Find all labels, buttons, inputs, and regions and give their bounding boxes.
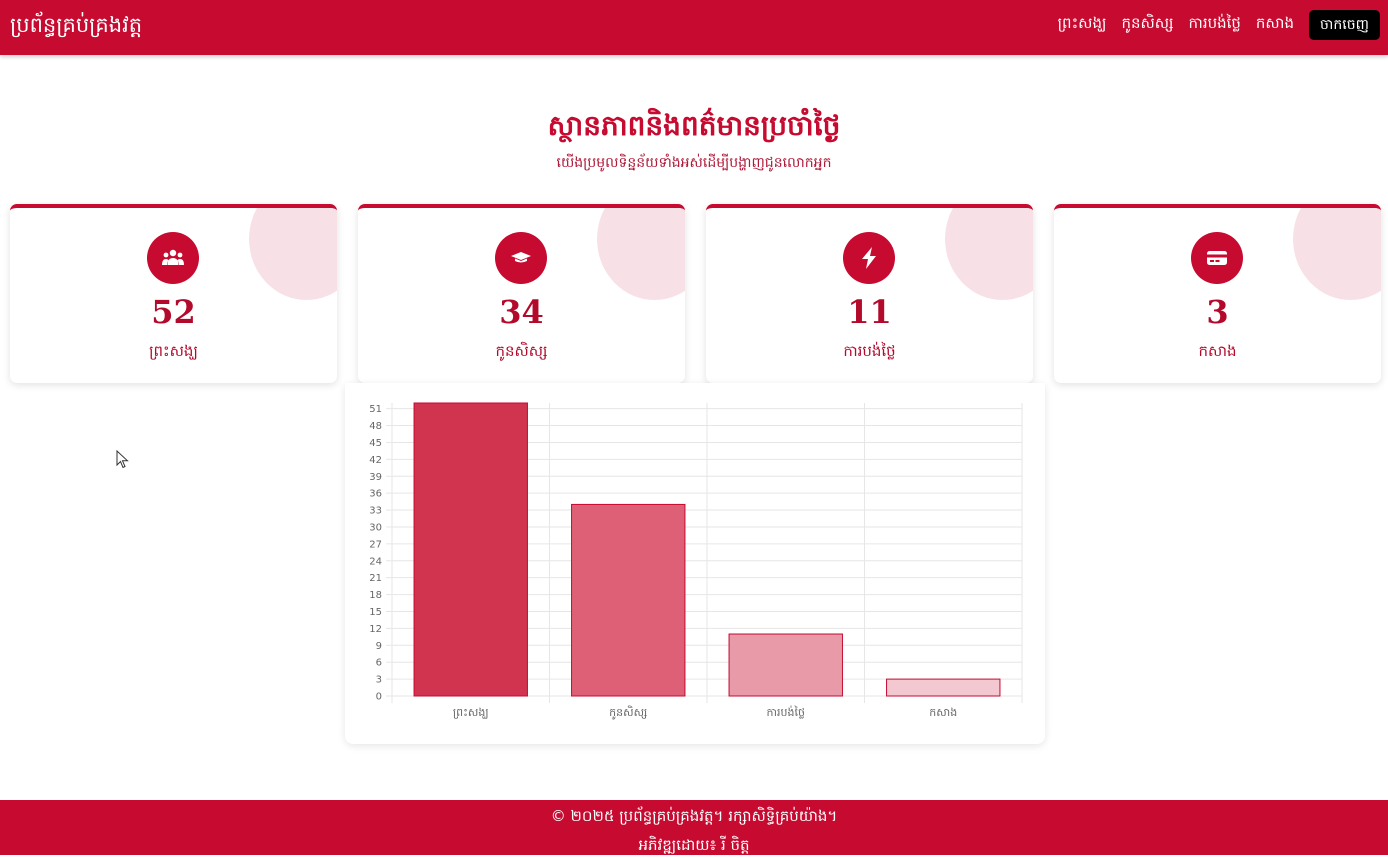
decorative-bubble <box>945 208 1033 300</box>
y-tick-label: 51 <box>369 404 382 415</box>
bolt-icon <box>843 232 895 284</box>
credit-card-icon <box>1191 232 1243 284</box>
stat-card-students: 34 កូនសិស្ស <box>358 204 685 383</box>
x-tick-label: កសាង <box>929 706 957 719</box>
chart-card: 0 3 6 9 12 15 18 21 24 27 30 33 36 39 42 45 48 51 ព្រះសង្ឃ… <box>345 383 1045 744</box>
y-tick-label: 33 <box>369 506 382 517</box>
decorative-bubble <box>1293 208 1381 300</box>
y-tick-label: 9 <box>376 641 382 652</box>
x-tick-label: ការបង់ថ្លៃ <box>767 705 805 719</box>
stat-label: កសាង <box>1198 342 1237 360</box>
y-tick-label: 24 <box>369 556 382 567</box>
nav-link-payments[interactable]: ការបង់ថ្លៃ <box>1189 14 1241 36</box>
y-tick-label: 36 <box>369 489 382 500</box>
x-tick-label: ព្រះសង្ឃ <box>453 706 489 719</box>
stat-count: 34 <box>499 293 544 331</box>
y-tick-label: 15 <box>369 607 382 618</box>
stat-label: ព្រះសង្ឃ <box>149 342 198 360</box>
y-tick-label: 39 <box>369 472 382 483</box>
page-title: ស្ថានភាពនិងពត៌មានប្រចាំថ្ងៃ <box>547 109 841 142</box>
stat-label: ការបង់ថ្លៃ <box>843 342 896 360</box>
graduation-cap-icon <box>495 232 547 284</box>
bar <box>728 633 843 697</box>
bar <box>886 678 1001 697</box>
y-tick-label: 6 <box>376 658 382 669</box>
bar-chart: 03691215182124273033363942454851ព្រះសង្ឃ… <box>369 402 1023 720</box>
stat-count: 11 <box>847 293 892 331</box>
y-tick-label: 21 <box>369 573 382 584</box>
y-tick-label: 42 <box>369 455 382 466</box>
stat-count: 52 <box>151 293 196 331</box>
nav-links: ព្រះសង្ឃ កូនសិស្ស ការបង់ថ្លៃ កសាង <box>1058 14 1294 36</box>
stat-label: កូនសិស្ស <box>495 342 548 360</box>
footer-copyright: © ២០២៥ ប្រព័ន្ធគ្រប់គ្រងវត្ត។ រក្សាសិទ្ធ… <box>550 807 838 825</box>
stat-card-payments: 11 ការបង់ថ្លៃ <box>706 204 1033 383</box>
y-tick-label: 48 <box>369 421 382 432</box>
page-subtitle: យើងប្រមូលទិន្នន័យទាំងអស់ដើម្បីបង្ហាញជូនល… <box>556 155 832 171</box>
brand-title[interactable]: ប្រព័ន្ធគ្រប់គ្រងវត្ត <box>10 12 142 43</box>
stat-count: 3 <box>1206 293 1229 331</box>
decorative-bubble <box>249 208 337 300</box>
decorative-bubble <box>597 208 685 300</box>
y-tick-label: 12 <box>369 624 382 635</box>
y-tick-label: 27 <box>369 539 382 550</box>
y-tick-label: 3 <box>376 675 382 686</box>
y-tick-label: 0 <box>376 692 382 703</box>
mouse-cursor-icon <box>116 449 130 474</box>
nav-link-students[interactable]: កូនសិស្ស <box>1121 14 1173 36</box>
users-icon <box>147 232 199 284</box>
stat-card-construction: 3 កសាង <box>1054 204 1381 383</box>
y-tick-label: 30 <box>369 522 382 533</box>
x-tick-label: កូនសិស្ស <box>609 705 647 720</box>
y-tick-label: 45 <box>369 438 382 449</box>
nav-link-monks[interactable]: ព្រះសង្ឃ <box>1058 14 1107 36</box>
bar <box>571 503 686 697</box>
stat-card-monks: 52 ព្រះសង្ឃ <box>10 204 337 383</box>
footer: © ២០២៥ ប្រព័ន្ធគ្រប់គ្រងវត្ត។ រក្សាសិទ្ធ… <box>0 800 1388 855</box>
bar <box>413 402 528 697</box>
y-tick-label: 18 <box>369 590 382 601</box>
logout-button[interactable]: ចាកចេញ <box>1309 10 1380 40</box>
nav-link-construction[interactable]: កសាង <box>1256 14 1294 36</box>
navbar: ប្រព័ន្ធគ្រប់គ្រងវត្ត ព្រះសង្ឃ កូនសិស្ស … <box>0 0 1388 55</box>
